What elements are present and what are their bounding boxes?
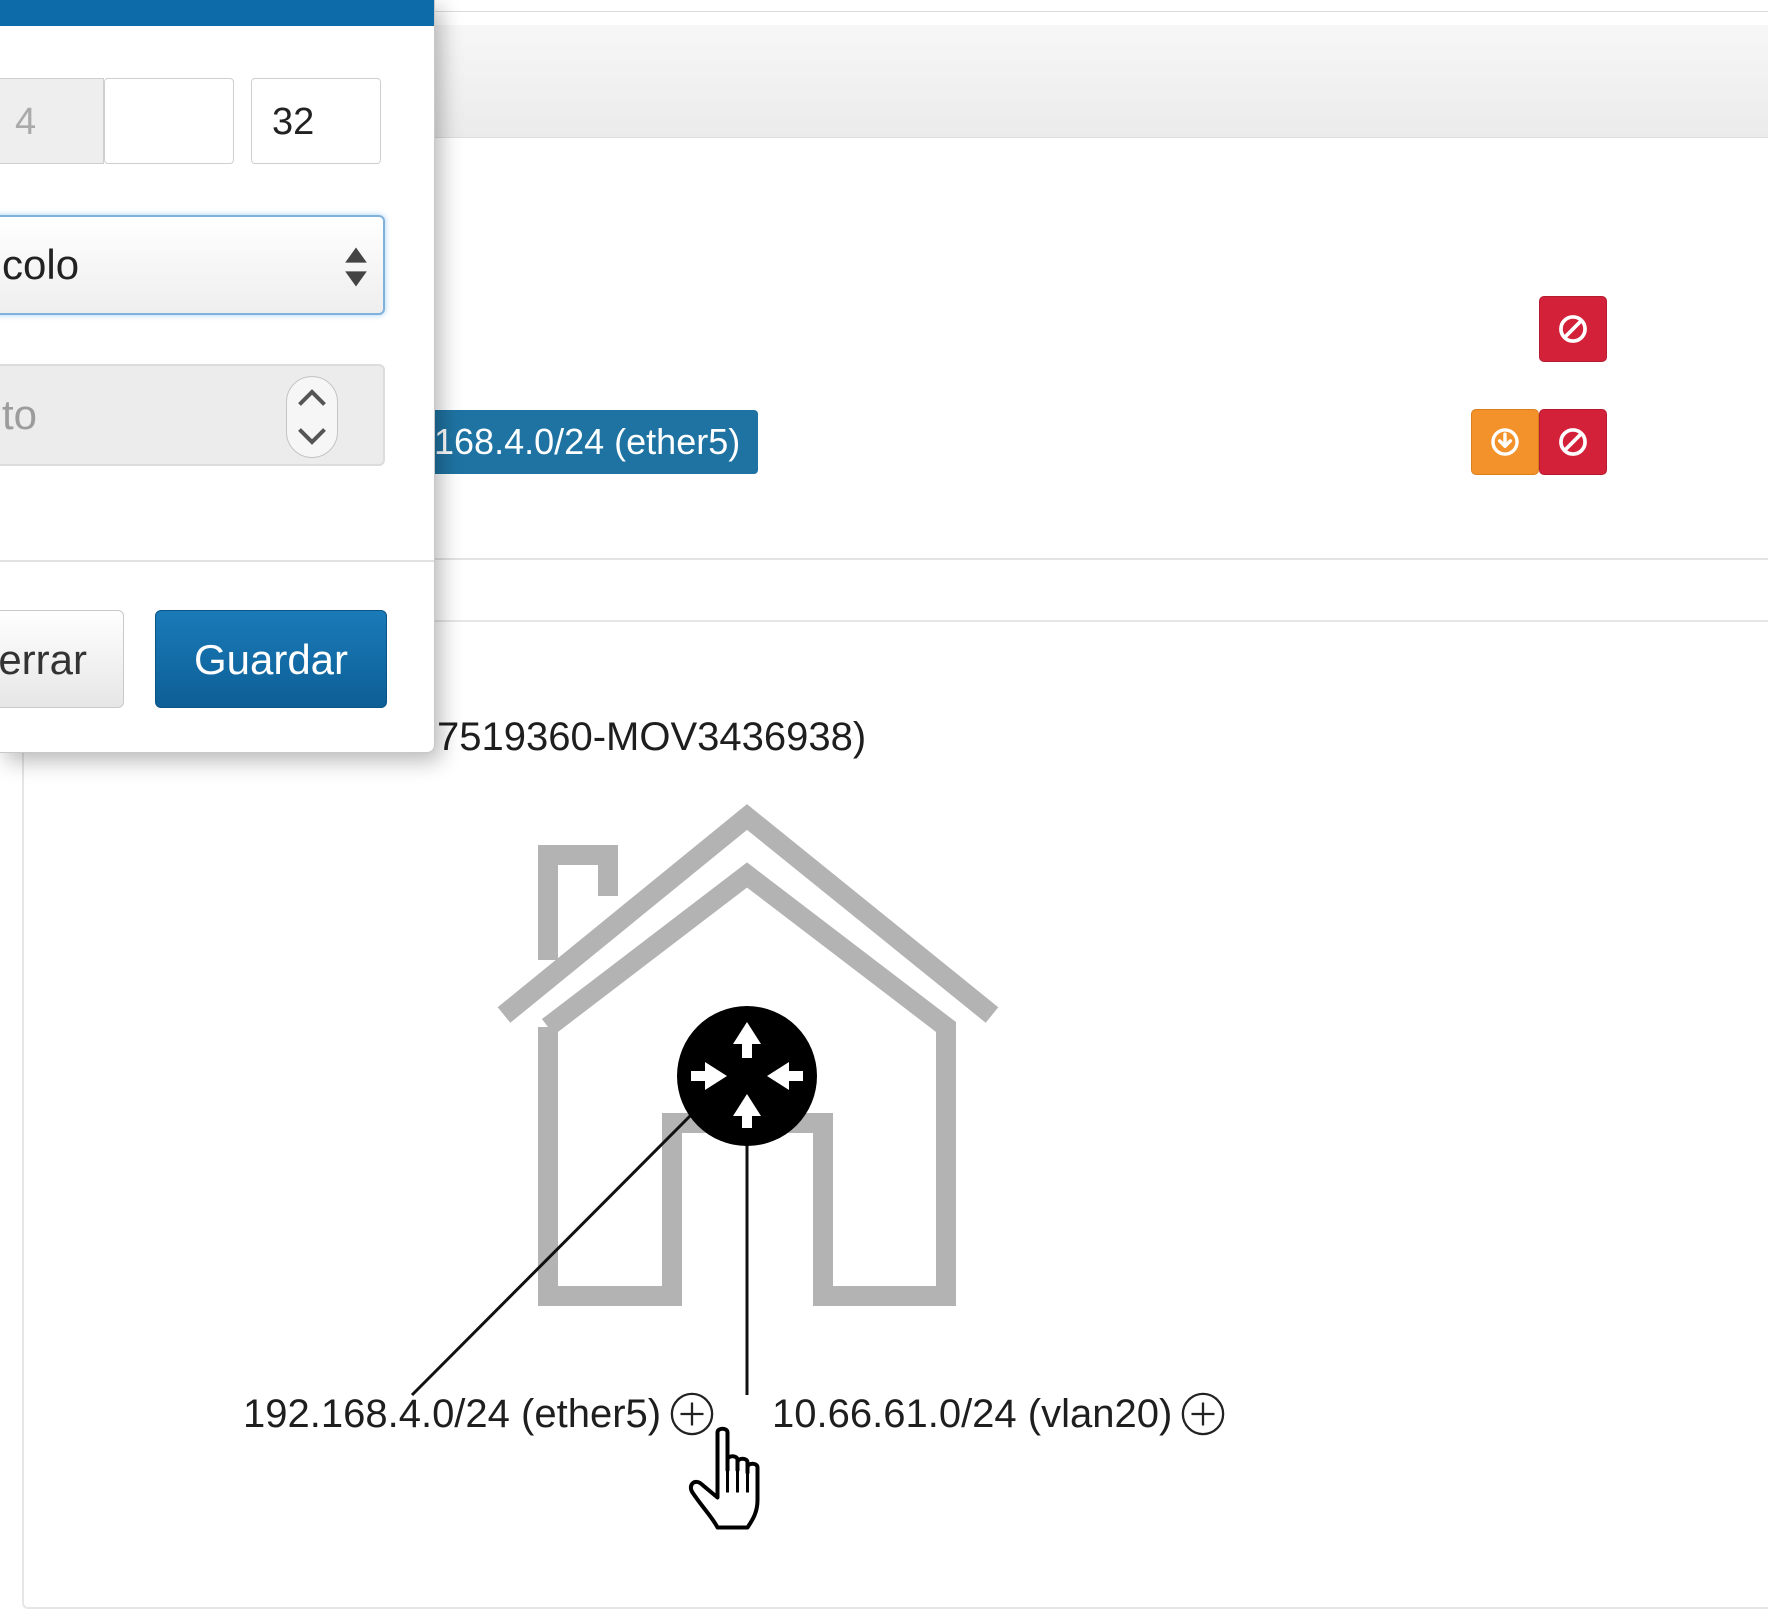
spinner-control[interactable] [286, 376, 338, 458]
remove-button-row-2[interactable] [1539, 409, 1607, 475]
save-button[interactable]: Guardar [155, 610, 387, 708]
ban-icon [1559, 315, 1587, 343]
interface-label: 10.66.61.0/24 (vlan20) [772, 1391, 1173, 1436]
modal-header [0, 0, 434, 26]
ip-segment-input[interactable] [104, 78, 234, 164]
hand-pointer-icon [688, 1426, 760, 1530]
chevron-up-down-icon [298, 389, 326, 445]
mask-input[interactable]: 32 [251, 78, 381, 164]
ban-icon [1559, 428, 1587, 456]
spinner-value: to [2, 391, 38, 438]
modal-footer-divider [0, 560, 434, 562]
router-panel [22, 620, 1768, 1609]
table-header-band [430, 25, 1768, 138]
remove-button-row-1[interactable] [1539, 296, 1607, 362]
edit-modal: 4 32 colo to errar Guardar [0, 0, 435, 753]
download-button-row-2[interactable] [1471, 409, 1539, 475]
ip-segment-input: 4 [0, 78, 104, 164]
plus-circle-icon[interactable] [1180, 1391, 1226, 1437]
protocol-select-value: colo [2, 241, 80, 288]
select-arrows-icon [345, 247, 367, 287]
download-icon [1491, 428, 1519, 456]
spinner-input: to [0, 364, 385, 466]
interface-label: 192.168.4.0/24 (ether5) [243, 1391, 662, 1436]
top-rule [430, 11, 1768, 12]
protocol-select[interactable]: colo [0, 215, 385, 315]
close-button[interactable]: errar [0, 610, 124, 708]
network-label-tag[interactable]: 168.4.0/24 (ether5) [380, 410, 759, 474]
router-title: 7519360-MOV3436938) [437, 715, 867, 759]
interface-vlan20: 10.66.61.0/24 (vlan20) [772, 1391, 1226, 1437]
interface-ether5: 192.168.4.0/24 (ether5) [243, 1391, 715, 1437]
